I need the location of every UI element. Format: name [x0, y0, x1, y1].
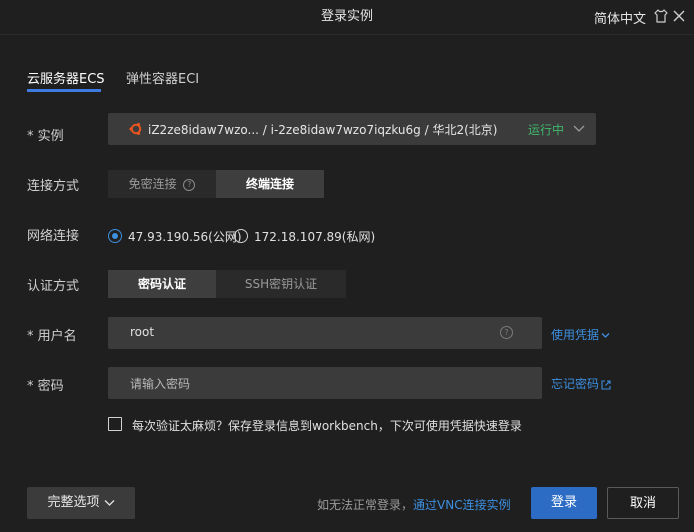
forgot-password-link[interactable]: 忘记密码 — [551, 375, 611, 392]
username-label-row: * 用户名 — [27, 329, 77, 344]
footer-hint: 如无法正常登录，通过VNC连接实例 — [317, 496, 511, 513]
connection-label: 连接方式 — [27, 179, 80, 194]
forgot-password-label: 忘记密码 — [551, 377, 600, 391]
footer-hint-text: 如无法正常登录， — [317, 498, 414, 512]
external-link-icon — [601, 379, 611, 390]
remember-checkbox[interactable] — [108, 417, 122, 431]
instance-label: 实例 — [37, 129, 64, 144]
tab-active-indicator — [27, 89, 101, 92]
network-private-label[interactable]: 172.18.107.89(私网) — [254, 228, 375, 245]
vnc-link[interactable]: 通过VNC连接实例 — [413, 498, 511, 512]
connection-passwordless-label: 免密连接 — [128, 177, 177, 191]
network-public-label[interactable]: 47.93.190.56(公网) — [128, 228, 242, 245]
cancel-button[interactable]: 取消 — [607, 487, 679, 519]
remember-label[interactable]: 每次验证太麻烦？保存登录信息到workbench，下次可使用凭据快速登录 — [132, 417, 522, 434]
tab-eci[interactable]: 弹性容器ECI — [126, 68, 199, 90]
full-options-label: 完整选项 — [47, 495, 100, 510]
network-label: 网络连接 — [27, 229, 80, 244]
password-placeholder[interactable]: 请输入密码 — [130, 375, 190, 392]
username-field[interactable] — [108, 317, 542, 349]
connection-terminal[interactable]: 终端连接 — [216, 170, 324, 198]
dialog-title: 登录实例 — [320, 9, 373, 24]
username-value[interactable]: root — [130, 325, 154, 339]
network-private-radio[interactable] — [234, 229, 248, 243]
full-options-button[interactable]: 完整选项 — [27, 487, 135, 519]
auth-ssh-key[interactable]: SSH密钥认证 — [216, 270, 346, 298]
close-icon[interactable] — [672, 9, 686, 23]
chevron-down-icon[interactable] — [573, 124, 585, 134]
chevron-down-icon — [601, 333, 610, 338]
theme-icon[interactable] — [654, 9, 668, 23]
use-credential-link[interactable]: 使用凭据 — [551, 326, 610, 343]
use-credential-label: 使用凭据 — [551, 328, 600, 342]
auth-label: 认证方式 — [27, 279, 80, 294]
ubuntu-icon — [129, 123, 142, 135]
chevron-down-icon — [104, 499, 114, 506]
password-label-row: * 密码 — [27, 379, 64, 394]
tab-ecs[interactable]: 云服务器ECS — [27, 68, 105, 90]
network-public-radio[interactable] — [108, 229, 122, 243]
auth-password[interactable]: 密码认证 — [108, 270, 216, 298]
instance-value: iZ2ze8idaw7wzo... / i-2ze8idaw7wzo7iqzku… — [148, 123, 498, 137]
instance-label-row: * 实例 — [27, 129, 64, 144]
language-switch[interactable]: 简体中文 — [594, 8, 646, 27]
help-icon[interactable]: ? — [183, 178, 196, 191]
login-button[interactable]: 登录 — [531, 487, 597, 519]
instance-status: 运行中 — [528, 123, 565, 137]
password-label: 密码 — [37, 379, 64, 394]
username-label: 用户名 — [37, 329, 77, 344]
connection-passwordless[interactable]: 免密连接 ? — [108, 170, 216, 198]
help-icon[interactable]: ? — [500, 326, 513, 339]
